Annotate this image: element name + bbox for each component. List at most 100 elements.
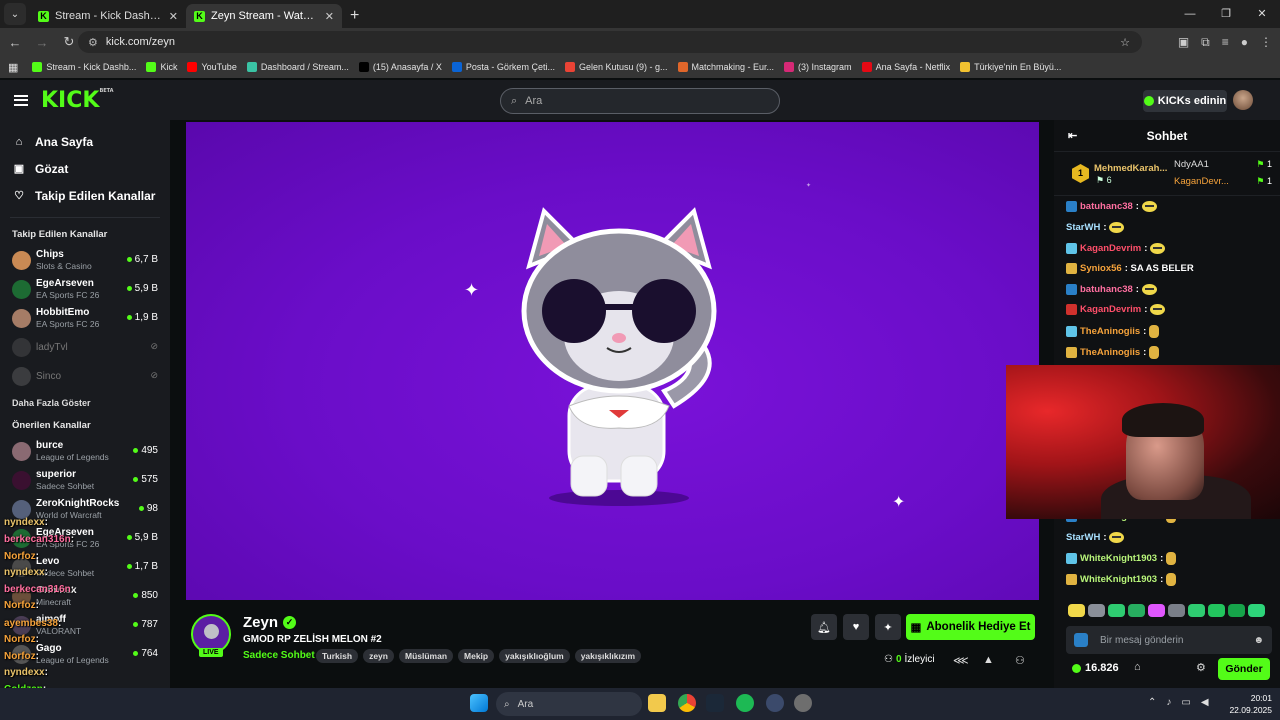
chevron-up-icon[interactable]: ⌃: [1148, 697, 1156, 708]
emote-icon[interactable]: [1108, 604, 1125, 617]
emote-icon[interactable]: [1128, 604, 1145, 617]
channel-name[interactable]: Zeyn ✓: [243, 614, 297, 631]
bookmark-item[interactable]: Dashboard / Stream...: [246, 62, 349, 72]
maximize-icon[interactable]: ❐: [1208, 0, 1244, 28]
start-menu-icon[interactable]: [470, 694, 488, 712]
show-more-link[interactable]: Daha Fazla Göster: [0, 391, 170, 415]
bookmark-item[interactable]: (3) Instagram: [784, 62, 852, 72]
user-avatar[interactable]: [1233, 90, 1253, 110]
chat-username[interactable]: WhiteKnight1903: [1080, 574, 1157, 585]
stream-tag[interactable]: Müslüman: [398, 649, 454, 663]
chat-username[interactable]: StarWH: [1066, 532, 1100, 543]
chat-username[interactable]: batuhanc38: [1080, 284, 1133, 295]
apps-icon[interactable]: ▦: [8, 61, 18, 74]
chrome-icon[interactable]: [678, 694, 696, 712]
bookmark-item[interactable]: Stream - Kick Dashb...: [32, 62, 136, 72]
emote-icon[interactable]: [1188, 604, 1205, 617]
emote-icon[interactable]: [1088, 604, 1105, 617]
tab-zeyn-stream[interactable]: K Zeyn Stream - Watch Live on Kick ✕: [186, 4, 342, 28]
collapse-chat-icon[interactable]: ⇤: [1068, 129, 1077, 142]
monitor-icon[interactable]: ▭: [1181, 697, 1190, 708]
video-player[interactable]: ✦ ✦ ✦: [186, 122, 1039, 600]
stream-tag[interactable]: zeyn: [363, 649, 394, 663]
tab-search-button[interactable]: ⌄: [4, 3, 26, 25]
hamburger-menu-icon[interactable]: [14, 94, 28, 106]
bookmark-item[interactable]: Gelen Kutusu (9) - g...: [564, 62, 668, 72]
sidebar-channel[interactable]: Sinco ⊘: [0, 362, 170, 391]
chat-message-input[interactable]: Bir mesaj gönderin ☻: [1066, 626, 1272, 654]
sidebar-channel[interactable]: superior Sadece Sohbet 575: [0, 466, 170, 495]
menu-icon[interactable]: ⋮: [1260, 35, 1272, 49]
sidebar-channel[interactable]: HobbitEmo EA Sports FC 26 1,9 B: [0, 304, 170, 333]
emote-icon[interactable]: [1228, 604, 1245, 617]
bookmark-star-icon[interactable]: ☆: [1120, 36, 1130, 49]
follow-heart-button[interactable]: ♥: [843, 614, 869, 640]
chat-settings-icon[interactable]: ⚙: [1196, 661, 1206, 674]
forward-icon[interactable]: →: [30, 35, 54, 50]
stream-tag[interactable]: yakışıklıoğlum: [499, 649, 570, 663]
bookmark-item[interactable]: Ana Sayfa - Netflix: [861, 62, 950, 72]
bookmark-item[interactable]: YouTube: [187, 62, 237, 72]
stream-tag[interactable]: Mekip: [458, 649, 495, 663]
bookmark-item[interactable]: (15) Anasayfa / X: [358, 62, 442, 72]
puzzle-icon[interactable]: ⧉: [1201, 35, 1210, 50]
volume-icon[interactable]: ◀: [1201, 697, 1209, 708]
bookmark-item[interactable]: Posta - Görkem Çeti...: [451, 62, 555, 72]
store-icon[interactable]: ⌂: [1134, 661, 1141, 673]
bookmark-item[interactable]: Türkiye'nin En Büyü...: [960, 62, 1061, 72]
taskbar-search[interactable]: ⌕ Ara: [496, 692, 642, 716]
top-gifter-name[interactable]: MehmedKarah...: [1094, 163, 1167, 174]
kick-logo[interactable]: KICKBETA: [41, 88, 114, 113]
new-tab-icon[interactable]: +: [350, 7, 359, 25]
chat-username[interactable]: KaganDevrim: [1080, 304, 1141, 315]
send-button[interactable]: Gönder: [1218, 658, 1270, 680]
profile-icon[interactable]: ●: [1241, 35, 1248, 49]
close-tab-icon[interactable]: ✕: [325, 10, 334, 23]
close-window-icon[interactable]: ✕: [1244, 0, 1280, 28]
report-icon[interactable]: ▲: [983, 654, 994, 666]
gifter-name[interactable]: KaganDevr...: [1174, 176, 1229, 187]
site-info-icon[interactable]: ⚙: [88, 36, 98, 49]
sidebar-channel[interactable]: EgeArseven EA Sports FC 26 5,9 B: [0, 275, 170, 304]
back-icon[interactable]: ←: [3, 35, 27, 50]
stream-tag[interactable]: yakışıklıkızım: [574, 649, 642, 663]
emoji-picker-icon[interactable]: ☻: [1253, 635, 1264, 646]
spotify-icon[interactable]: [736, 694, 754, 712]
minimize-icon[interactable]: —: [1172, 0, 1208, 28]
chat-username[interactable]: WhiteKnight1903: [1080, 553, 1157, 564]
tab-kick-dashboard[interactable]: K Stream - Kick Dashboard ✕: [30, 4, 186, 28]
more-users-icon[interactable]: ⚇: [1015, 654, 1025, 667]
emote-icon[interactable]: [1248, 604, 1265, 617]
stream-tag[interactable]: Turkish: [316, 649, 359, 663]
sidebar-channel[interactable]: Chips Slots & Casino 6,7 B: [0, 246, 170, 275]
notification-bell-button[interactable]: 🔔︎: [811, 614, 837, 640]
emote-icon[interactable]: [1148, 604, 1165, 617]
extension-icon[interactable]: ▣: [1178, 35, 1189, 49]
chat-username[interactable]: batuhanc38: [1080, 201, 1133, 212]
sidebar-channel[interactable]: ladyTvl ⊘: [0, 333, 170, 362]
bookmark-item[interactable]: Matchmaking - Eur...: [677, 62, 774, 72]
gifter-name[interactable]: NdyAA1: [1174, 159, 1209, 170]
file-explorer-icon[interactable]: [648, 694, 666, 712]
sparkle-button[interactable]: ✦: [875, 614, 901, 640]
share-icon[interactable]: ⋘: [953, 654, 969, 667]
emote-icon[interactable]: [1208, 604, 1225, 617]
close-tab-icon[interactable]: ✕: [169, 10, 178, 23]
sidebar-nav-item[interactable]: ▣ Gözat: [0, 155, 170, 182]
obs-icon[interactable]: [766, 694, 784, 712]
stream-category[interactable]: Sadece Sohbet: [243, 650, 315, 661]
emote-icon[interactable]: [1068, 604, 1085, 617]
emote-icon[interactable]: [1168, 604, 1185, 617]
reading-list-icon[interactable]: ≡: [1222, 35, 1229, 49]
address-bar[interactable]: ⚙ kick.com/zeyn ☆: [78, 31, 1142, 53]
sidebar-nav-item[interactable]: ⌂ Ana Sayfa: [0, 128, 170, 155]
chat-username[interactable]: TheAninogiis: [1080, 326, 1140, 337]
channel-points[interactable]: 16.826: [1072, 662, 1119, 674]
microphone-icon[interactable]: ♪: [1166, 697, 1171, 708]
chat-username[interactable]: StarWH: [1066, 222, 1100, 233]
bookmark-item[interactable]: Kick: [146, 62, 177, 72]
chat-username[interactable]: TheAninogiis: [1080, 347, 1140, 358]
steam-icon[interactable]: [706, 694, 724, 712]
search-input[interactable]: ⌕ Ara: [500, 88, 780, 114]
sidebar-channel[interactable]: burce League of Legends 495: [0, 437, 170, 466]
